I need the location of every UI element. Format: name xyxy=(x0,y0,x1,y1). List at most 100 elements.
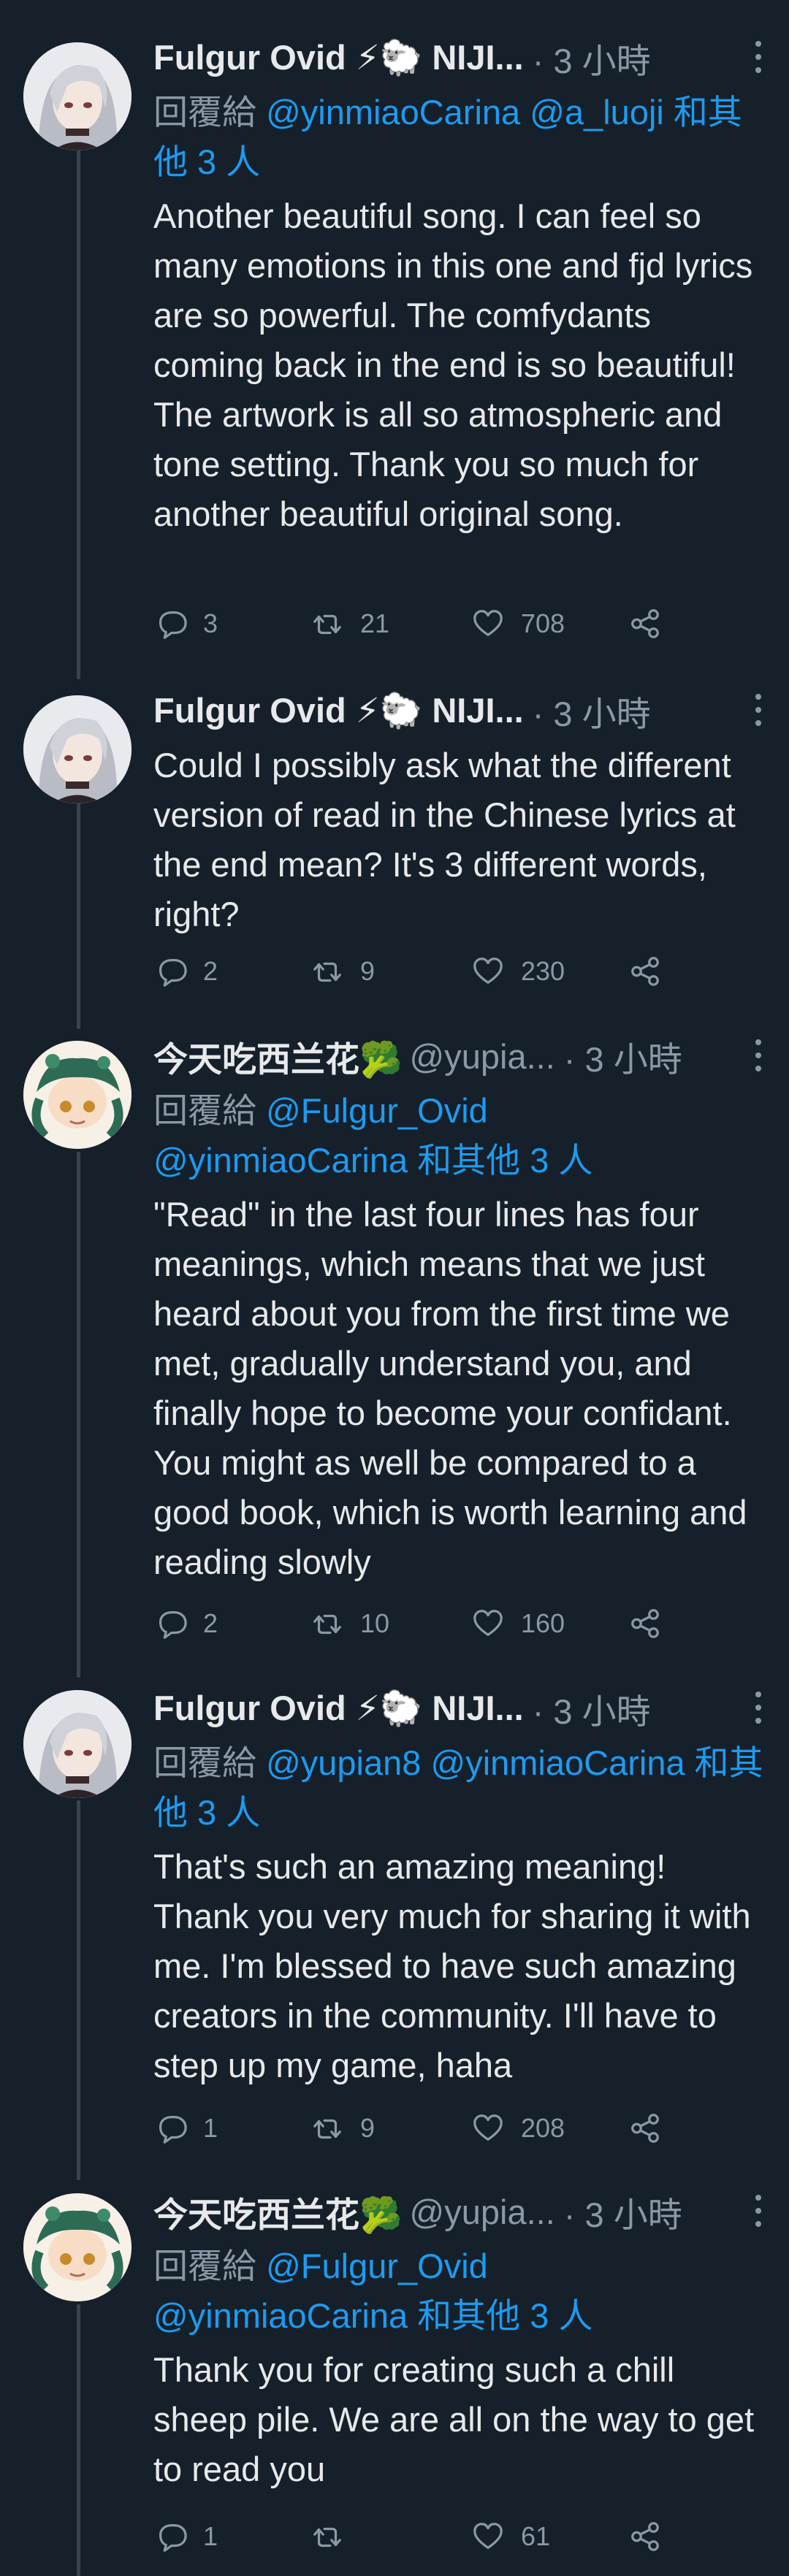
user-handle[interactable]: @yupia... xyxy=(410,1036,555,1077)
avatar-image xyxy=(23,2193,132,2301)
retweet-icon xyxy=(313,2119,341,2139)
more-options-icon[interactable] xyxy=(751,1692,766,1724)
like-count: 61 xyxy=(521,2521,551,2551)
avatar[interactable] xyxy=(23,42,132,150)
others-link[interactable]: 和其他 3 人 xyxy=(417,1141,592,1180)
reply-button[interactable]: 2 xyxy=(153,955,218,988)
reply-button[interactable]: 3 xyxy=(153,607,218,641)
like-button[interactable]: 160 xyxy=(471,1607,565,1640)
mention-link[interactable]: @Fulgur_Ovid xyxy=(266,1091,488,1130)
reply-to: 回覆給 @yinmiaoCarina @a_luoji 和其他 3 人 xyxy=(153,88,767,187)
timestamp[interactable]: · 3 小時 xyxy=(533,686,651,736)
avatar[interactable] xyxy=(23,2193,132,2301)
timestamp[interactable]: · 3 小時 xyxy=(564,1031,682,1082)
reply-to: 回覆給 @Fulgur_Ovid @yinmiaoCarina 和其他 3 人 xyxy=(153,2241,767,2341)
reply-icon xyxy=(159,2524,187,2552)
retweet-icon xyxy=(313,1614,341,1635)
reply-icon xyxy=(159,959,187,987)
more-options-icon[interactable] xyxy=(751,1039,766,1071)
retweet-count: 21 xyxy=(360,608,390,638)
retweet-icon xyxy=(313,614,341,635)
retweet-button[interactable]: 9 xyxy=(310,2111,375,2145)
display-name[interactable]: 今天吃西兰花🥦 xyxy=(153,2187,403,2237)
retweet-button[interactable]: 10 xyxy=(310,1607,389,1640)
reply-count: 1 xyxy=(203,2113,218,2143)
retweet-icon xyxy=(313,2527,341,2548)
retweet-icon xyxy=(313,962,341,982)
mention-link[interactable]: @yinmiaoCarina xyxy=(266,93,520,131)
reply-button[interactable]: 1 xyxy=(153,2111,218,2145)
share-button[interactable] xyxy=(628,1607,662,1640)
retweet-button[interactable]: 21 xyxy=(310,607,389,641)
retweet-count: 9 xyxy=(360,956,376,986)
mention-link[interactable]: @yupian8 xyxy=(266,1743,421,1782)
avatar-image xyxy=(23,695,132,803)
share-icon xyxy=(631,957,659,986)
display-name[interactable]: Fulgur Ovid ⚡🐑 NIJI... xyxy=(153,690,524,731)
like-count: 208 xyxy=(521,2113,565,2143)
reply-count: 2 xyxy=(203,1608,218,1638)
thread-line xyxy=(77,799,80,1029)
display-name[interactable]: Fulgur Ovid ⚡🐑 NIJI... xyxy=(153,1688,524,1729)
like-count: 230 xyxy=(521,956,565,986)
display-name[interactable]: 今天吃西兰花🥦 xyxy=(153,1031,403,1082)
tweet-text: That's such an amazing meaning! Thank yo… xyxy=(153,1847,751,2084)
share-icon xyxy=(631,2522,659,2551)
mention-link[interactable]: @yinmiaoCarina xyxy=(153,1141,408,1180)
user-handle[interactable]: @yupia... xyxy=(410,2192,555,2232)
tweet-text: Thank you for creating such a chill shee… xyxy=(153,2350,755,2488)
heart-icon xyxy=(473,1610,503,1636)
more-options-icon[interactable] xyxy=(751,694,766,726)
like-button[interactable]: 708 xyxy=(471,607,565,641)
reply-icon xyxy=(159,611,187,639)
retweet-count: 9 xyxy=(360,2113,376,2143)
reply-button[interactable]: 1 xyxy=(153,2520,218,2553)
reply-button[interactable]: 2 xyxy=(153,1607,218,1640)
timestamp[interactable]: · 3 小時 xyxy=(564,2187,682,2237)
thread-line xyxy=(77,2304,80,2576)
timestamp[interactable]: · 3 小時 xyxy=(533,33,651,83)
reply-icon xyxy=(159,2116,187,2144)
share-icon xyxy=(631,1609,659,1638)
share-button[interactable] xyxy=(628,2111,662,2145)
retweet-button[interactable]: 9 xyxy=(310,955,375,988)
heart-icon xyxy=(473,2114,503,2141)
like-count: 160 xyxy=(521,1608,565,1638)
reply-to: 回覆給 @yupian8 @yinmiaoCarina 和其他 3 人 xyxy=(153,1738,767,1838)
share-button[interactable] xyxy=(628,2520,662,2553)
more-options-icon[interactable] xyxy=(751,2195,766,2227)
reply-prefix: 回覆給 xyxy=(153,2247,256,2285)
share-button[interactable] xyxy=(628,955,662,988)
reply-count: 3 xyxy=(203,608,218,638)
others-link[interactable]: 和其他 3 人 xyxy=(417,2296,592,2335)
mention-link[interactable]: @yinmiaoCarina xyxy=(153,2296,408,2335)
thread-line xyxy=(77,1800,80,2180)
avatar[interactable] xyxy=(23,695,132,803)
reply-count: 2 xyxy=(203,956,218,986)
like-button[interactable]: 208 xyxy=(471,2111,565,2145)
reply-to: 回覆給 @Fulgur_Ovid @yinmiaoCarina 和其他 3 人 xyxy=(153,1086,767,1185)
retweet-count: 10 xyxy=(360,1608,390,1638)
heart-icon xyxy=(473,610,503,636)
avatar[interactable] xyxy=(23,1690,132,1798)
like-button[interactable]: 61 xyxy=(471,2520,550,2553)
mention-link[interactable]: @a_luoji xyxy=(530,93,664,131)
share-icon xyxy=(631,2114,659,2143)
avatar-image xyxy=(23,1690,132,1798)
timestamp[interactable]: · 3 小時 xyxy=(533,1683,651,1734)
mention-link[interactable]: @yinmiaoCarina xyxy=(430,1743,685,1782)
retweet-button[interactable] xyxy=(310,2520,360,2553)
mention-link[interactable]: @Fulgur_Ovid xyxy=(266,2247,488,2285)
avatar-image xyxy=(23,1041,132,1149)
reply-prefix: 回覆給 xyxy=(153,93,256,131)
share-icon xyxy=(631,609,659,638)
avatar[interactable] xyxy=(23,1041,132,1149)
reply-icon xyxy=(159,1611,187,1639)
like-button[interactable]: 230 xyxy=(471,955,565,988)
reply-prefix: 回覆給 xyxy=(153,1091,256,1130)
tweet-text: Could I possibly ask what the different … xyxy=(153,746,736,933)
share-button[interactable] xyxy=(628,607,662,641)
more-options-icon[interactable] xyxy=(751,41,766,73)
tweet-text: Another beautiful song. I can feel so ma… xyxy=(153,196,753,533)
display-name[interactable]: Fulgur Ovid ⚡🐑 NIJI... xyxy=(153,37,524,78)
